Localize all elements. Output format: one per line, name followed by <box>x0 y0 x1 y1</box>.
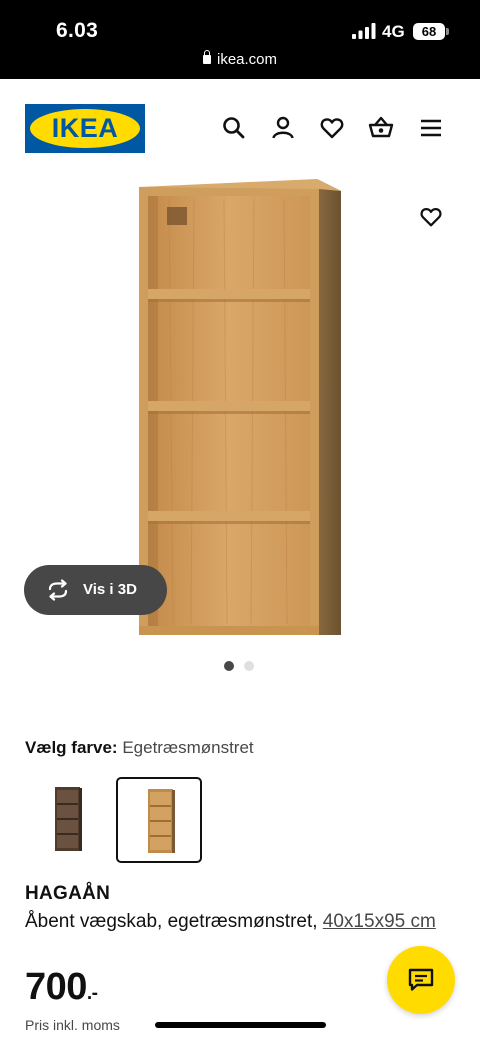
heart-icon <box>420 208 442 227</box>
color-selected-value: Egetræsmønstret <box>122 738 254 757</box>
basket-icon[interactable] <box>368 115 394 141</box>
ikea-logo[interactable]: IKEA <box>25 104 145 153</box>
product-price: 700.- <box>25 966 98 1009</box>
add-to-favourites-button[interactable] <box>408 194 454 240</box>
product-dimensions-link[interactable]: 40x15x95 cm <box>323 911 436 932</box>
pagination-dot-active[interactable] <box>224 661 234 671</box>
gallery-pagination <box>224 661 264 671</box>
heart-icon[interactable] <box>319 115 345 141</box>
price-suffix: .- <box>86 983 98 1004</box>
product-image <box>139 179 341 635</box>
battery-icon: 68 <box>413 23 449 40</box>
chat-icon <box>408 968 434 991</box>
home-indicator <box>155 1022 326 1028</box>
price-note: Pris inkl. moms <box>25 1017 120 1033</box>
product-name: HAGAÅN <box>25 883 111 904</box>
rotate-3d-icon <box>48 579 68 601</box>
network-type: 4G <box>382 22 405 41</box>
search-icon[interactable] <box>221 115 247 141</box>
account-icon[interactable] <box>270 115 296 141</box>
lock-icon <box>202 50 211 64</box>
logo-text: IKEA <box>51 113 119 143</box>
color-label-title: Vælg farve: <box>25 738 118 757</box>
battery-level: 68 <box>413 23 445 40</box>
price-value: 700 <box>25 966 87 1008</box>
url-text: ikea.com <box>216 51 278 68</box>
color-option-oak[interactable] <box>116 777 202 863</box>
menu-icon[interactable] <box>418 115 444 141</box>
chat-button[interactable] <box>387 946 455 1014</box>
color-option-brown[interactable] <box>25 777 111 863</box>
address-bar[interactable]: ikea.com <box>0 50 480 68</box>
status-bar: 6.03 4G 68 ikea.com <box>0 0 480 79</box>
pagination-dot[interactable] <box>244 661 254 671</box>
signal-icon <box>352 23 376 39</box>
site-header: IKEA <box>0 79 480 179</box>
product-description: Åbent vægskab, egetræsmønstret, 40x15x95… <box>25 909 455 934</box>
view-in-3d-button[interactable]: Vis i 3D <box>24 565 167 615</box>
color-chooser-label: Vælg farve: Egetræsmønstret <box>25 738 254 758</box>
product-type: Åbent vægskab, egetræsmønstret, <box>25 911 318 932</box>
oak-shelf-thumbnail <box>148 789 175 853</box>
view-in-3d-label: Vis i 3D <box>83 581 137 598</box>
brown-shelf-thumbnail <box>55 787 82 851</box>
status-time: 6.03 <box>56 19 99 42</box>
